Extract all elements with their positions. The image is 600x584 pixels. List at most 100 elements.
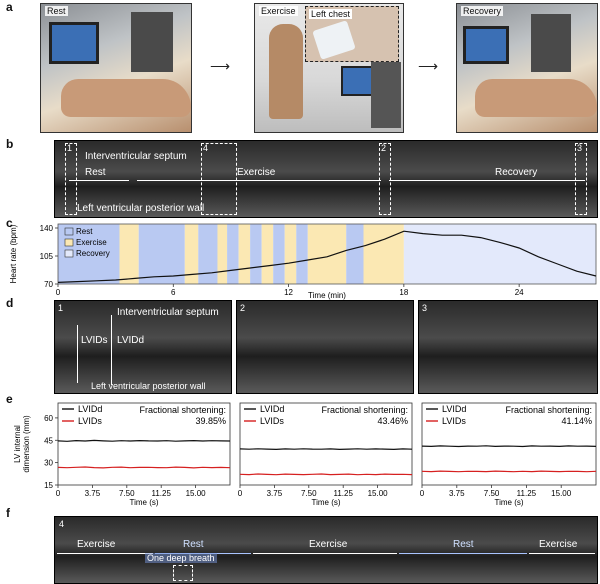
lv-ylabel-line2: dimension (mm) [22,415,31,473]
box-number-4: 4 [203,143,209,153]
rest-monitor [49,22,99,64]
left-chest-inset: Left chest [305,6,399,62]
lv-dimension-charts: 0 3.75 7.50 11.25 15.00 Time (s) 15 30 45 60 LV in… [13,402,597,507]
arrow-a1: ⟶ [210,58,231,74]
box-2 [379,143,391,215]
box-4 [201,143,237,215]
rest-cpu [131,12,173,72]
lv-series-lvidd-1 [57,439,231,442]
recovery-patient [475,79,597,117]
wall-label-b: Left ventricular posterior wall [77,203,205,214]
hr-ytick-label-2: 140 [40,224,54,233]
exercise-title: Exercise [259,6,298,16]
segment-exercise-1: Exercise [77,539,116,550]
rest-patient [61,79,191,117]
legend-exercise: Exercise [76,238,107,247]
box-number-1: 1 [67,143,73,153]
rest-span-b [69,180,129,181]
legend-swatch-exercise [64,238,74,247]
phase-rest-14 [346,224,364,284]
fs-annotation-3: Fractional shortening: [505,405,592,415]
recovery-cpu [531,14,571,72]
lv-xtick-label-2-4: 15.00 [368,489,389,498]
phase-background [58,224,596,284]
lv-series-lvids-3 [421,470,597,473]
lv-xtick-label-3-4: 15.00 [551,489,572,498]
deep-breath-box [173,565,193,581]
segment-exercise-3: Exercise [539,539,578,550]
lv-ytick-label-1-2: 45 [44,436,53,445]
hr-xtick-label-2: 12 [284,288,293,297]
lv-xlabel-2: Time (s) [311,498,340,507]
lv-legend-lvidd-3: LVIDd [442,404,466,414]
lv-xlabel-1: Time (s) [129,498,158,507]
phase-exercise-5 [217,224,228,284]
lv-xtick-label-3-2: 7.50 [484,489,500,498]
legend-rest: Rest [76,227,93,236]
mmode-image-2: 2 [236,300,414,394]
lv-xlabel-3: Time (s) [494,498,523,507]
lv-series-lvids-2 [239,473,413,476]
legend-swatch-rest [64,227,74,236]
lv-ytick-label-1-3: 60 [44,414,53,423]
lv-xtick-label-1-4: 15.00 [186,489,207,498]
hr-ytick-label-1: 105 [40,252,54,261]
fs-annotation-1: Fractional shortening: [139,405,226,415]
phase-exercise-7 [238,224,251,284]
exercise-span-b [137,180,381,181]
arrow-a2: ⟶ [418,58,439,74]
recovery-monitor [463,26,509,64]
mmode-image-3: 3 [418,300,598,394]
septum-label-b: Interventricular septum [85,151,187,162]
lvidd-arrow [111,315,112,385]
box-number-3: 3 [577,143,583,153]
rest-title: Rest [45,6,68,16]
span-rest-2 [399,553,527,554]
phase-recovery-16 [403,224,596,284]
heart-rate-chart: 0 6 12 18 24 70 105 140 Heart rate (bpm) Time (… [9,223,597,300]
phase-exercise-9 [261,224,274,284]
lv-series-lvidd-2 [239,448,413,451]
phase-exercise-1 [119,224,139,284]
mmode-strip-b: 1 4 2 3 Interventricular septum Rest Exe… [54,140,598,218]
rest-photo: Rest [40,3,192,133]
span-exercise-1 [57,553,153,554]
lv-legend-lvidd-2: LVIDd [260,404,284,414]
strip-number-4: 4 [59,519,65,529]
phase-rest-12 [296,224,308,284]
left-chest-label: Left chest [309,9,353,19]
recovery-label-b: Recovery [495,167,538,178]
lv-legend-lvids-1: LVIDs [78,416,102,426]
fs-value-2: 43.46% [377,416,408,426]
exercise-label-b: Exercise [237,167,276,178]
box-1 [65,143,77,215]
lv-xtick-label-2-1: 3.75 [267,489,283,498]
lv-xtick-label-2-0: 0 [238,489,243,498]
lv-xtick-label-1-1: 3.75 [85,489,101,498]
box-number-2: 2 [381,143,387,153]
lv-xtick-label-2-2: 7.50 [301,489,317,498]
rest-label-b: Rest [85,167,106,178]
box-3 [575,143,587,215]
mmode-strip-f: 4 Exercise Rest Exercise Rest Exercise O… [54,516,598,584]
legend-recovery: Recovery [76,249,110,258]
lvids-label: LVIDs [81,335,108,346]
fs-value-3: 41.14% [561,416,592,426]
lv-legend-lvidd-1: LVIDd [78,404,102,414]
hr-xtick-label-4: 24 [515,288,524,297]
hr-xtick-label-3: 18 [399,288,408,297]
lv-ylabel-line1: LV internal [13,425,22,463]
septum-label-d: Interventricular septum [117,307,219,318]
span-exercise-2 [253,553,397,554]
fs-annotation-2: Fractional shortening: [321,405,408,415]
phase-rest-8 [250,224,262,284]
lv-legend-lvids-3: LVIDs [442,416,466,426]
legend-swatch-recovery [64,249,74,258]
lv-legend-lvids-2: LVIDs [260,416,284,426]
fs-value-1: 39.85% [195,416,226,426]
image-number-1: 1 [58,303,64,313]
segment-rest-2: Rest [453,539,474,550]
lv-xtick-label-1-0: 0 [56,489,61,498]
phase-rest-6 [227,224,239,284]
lv-chart-3: 0 3.75 7.50 11.25 15.00 Time (s) LVIDd LVIDs Fra… [420,402,597,507]
